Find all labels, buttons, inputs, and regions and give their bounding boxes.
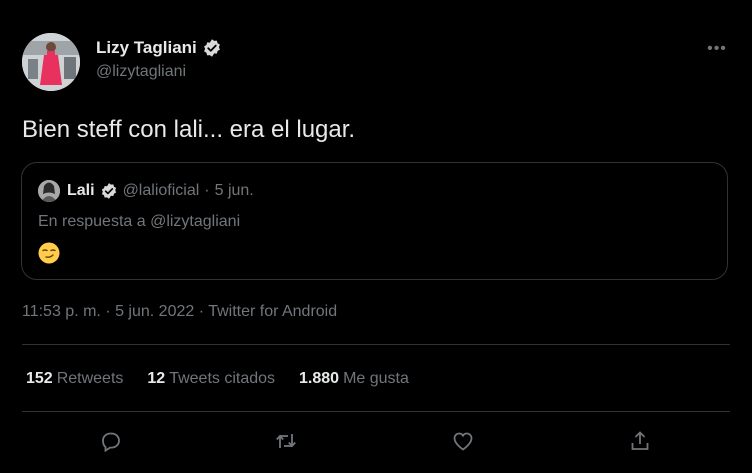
- like-button[interactable]: [449, 427, 477, 455]
- share-icon: [631, 431, 649, 450]
- reply-button[interactable]: [97, 427, 125, 455]
- reply-icon: [102, 432, 120, 453]
- quoted-date[interactable]: 5 jun.: [215, 182, 254, 200]
- more-options-icon[interactable]: •••: [704, 36, 730, 62]
- retweet-button[interactable]: [272, 427, 300, 455]
- author-name-row[interactable]: Lizy Tagliani: [96, 38, 222, 58]
- verified-badge-icon: [101, 183, 116, 199]
- heart-icon: [453, 432, 473, 451]
- smirk-emoji-icon: [38, 242, 60, 264]
- quote-tweets-label: Tweets citados: [169, 370, 276, 387]
- tweet-timestamp[interactable]: 11:53 p. m. · 5 jun. 2022 · Twitter for …: [22, 303, 337, 321]
- likes-stat[interactable]: 1.880 Me gusta: [299, 370, 409, 388]
- quoted-author-name[interactable]: Lali: [67, 182, 95, 200]
- quoted-header: Lali @lalioficial · 5 jun.: [67, 182, 254, 200]
- quoted-author-avatar[interactable]: [38, 180, 60, 202]
- verified-badge-icon: [203, 39, 220, 57]
- author-display-name[interactable]: Lizy Tagliani: [96, 38, 197, 58]
- retweets-stat[interactable]: 152 Retweets: [26, 370, 123, 388]
- divider: [22, 411, 730, 412]
- engagement-stats: 152 Retweets 12 Tweets citados 1.880 Me gus…: [26, 370, 409, 388]
- retweets-label: Retweets: [56, 370, 124, 387]
- author-avatar[interactable]: [22, 33, 80, 91]
- avatar-photo-icon: [22, 33, 80, 91]
- tweet-text: Bien steff con lali... era el lugar.: [22, 116, 356, 143]
- quoted-handle[interactable]: @lalioficial: [123, 182, 200, 200]
- quoted-reply-context: En respuesta a @lizytagliani: [38, 213, 241, 230]
- quote-tweets-count: 12: [147, 370, 166, 387]
- quoted-separator: ·: [204, 182, 210, 199]
- avatar-photo-icon: [38, 180, 60, 202]
- likes-count: 1.880: [299, 370, 340, 387]
- divider: [22, 344, 730, 345]
- share-button[interactable]: [626, 427, 654, 455]
- author-handle[interactable]: @lizytagliani: [96, 63, 186, 81]
- retweet-icon: [276, 434, 296, 448]
- quoted-emoji: 😏: [38, 242, 60, 270]
- quoted-tweet-card[interactable]: Lali @lalioficial · 5 jun. En respuesta …: [21, 162, 728, 280]
- retweets-count: 152: [26, 370, 53, 387]
- quote-tweets-stat[interactable]: 12 Tweets citados: [147, 370, 275, 388]
- likes-label: Me gusta: [343, 370, 409, 387]
